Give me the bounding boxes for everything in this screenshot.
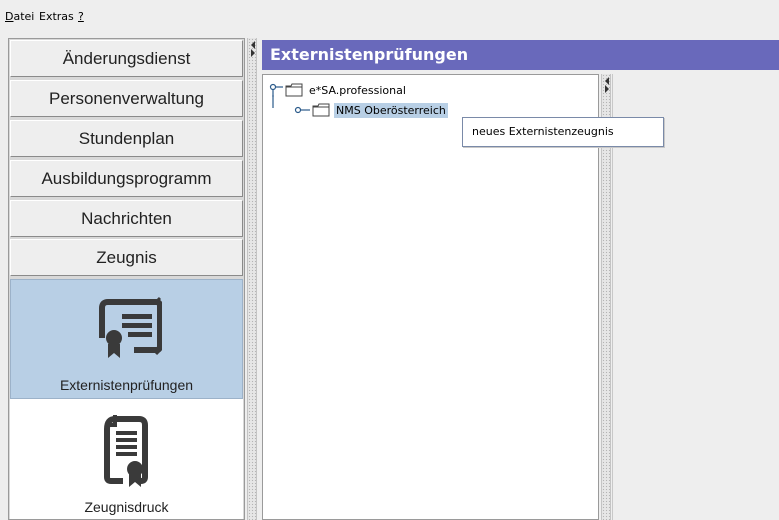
main-panel: Externistenprüfungen e*SA.professional N… [262, 40, 779, 520]
menu-datei[interactable]: Datei [5, 10, 34, 24]
tree-node-label: NMS Oberösterreich [334, 102, 448, 118]
sidebar: Änderungsdienst Personenverwaltung Stund… [8, 38, 245, 520]
splitter-arrows-icon[interactable] [249, 40, 257, 58]
sidebar-item-label: Ausbildungsprogramm [41, 168, 212, 188]
sidebar-item-label: Personenverwaltung [49, 88, 204, 108]
sidebar-item-label: Änderungsdienst [62, 48, 191, 68]
sidebar-item-ausbildungsprogramm[interactable]: Ausbildungsprogramm [10, 160, 243, 197]
tile-externistenpruefungen[interactable]: Externistenprüfungen [10, 279, 243, 399]
splitter-left[interactable] [247, 38, 257, 520]
menu-extras[interactable]: Extras [39, 10, 74, 24]
tile-zeugnisdruck[interactable]: Zeugnisdruck [10, 399, 243, 519]
document-award-icon [104, 415, 148, 487]
sidebar-item-nachrichten[interactable]: Nachrichten [10, 200, 243, 237]
context-menu-label: neues Externistenzeugnis [472, 125, 614, 138]
sidebar-item-label: Nachrichten [81, 208, 172, 228]
page-title: Externistenprüfungen [262, 40, 779, 70]
menu-help[interactable]: ? [78, 10, 84, 24]
tree-collapsed-handle-icon[interactable] [294, 104, 310, 116]
sidebar-item-aenderungsdienst[interactable]: Änderungsdienst [10, 40, 243, 77]
tile-label: Externistenprüfungen [59, 377, 194, 393]
folder-icon [312, 103, 330, 117]
tile-label: Zeugnisdruck [84, 499, 169, 515]
sidebar-item-stundenplan[interactable]: Stundenplan [10, 120, 243, 157]
tree-node-label: e*SA.professional [309, 83, 406, 97]
sidebar-item-personenverwaltung[interactable]: Personenverwaltung [10, 80, 243, 117]
context-menu-item-new-externistenzeugnis[interactable]: neues Externistenzeugnis [462, 117, 664, 147]
sidebar-item-zeugnis[interactable]: Zeugnis [10, 239, 243, 276]
menu-bar: Datei Extras ? [0, 0, 779, 30]
splitter-arrows-icon[interactable] [603, 76, 611, 94]
certificate-icon [99, 296, 162, 358]
sidebar-item-label: Zeugnis [96, 247, 157, 267]
zeugnis-tiles: Externistenprüfungen Zeugnisdruck [10, 279, 243, 519]
sidebar-item-label: Stundenplan [78, 128, 175, 148]
tree-node-nms[interactable]: NMS Oberösterreich [294, 101, 448, 119]
